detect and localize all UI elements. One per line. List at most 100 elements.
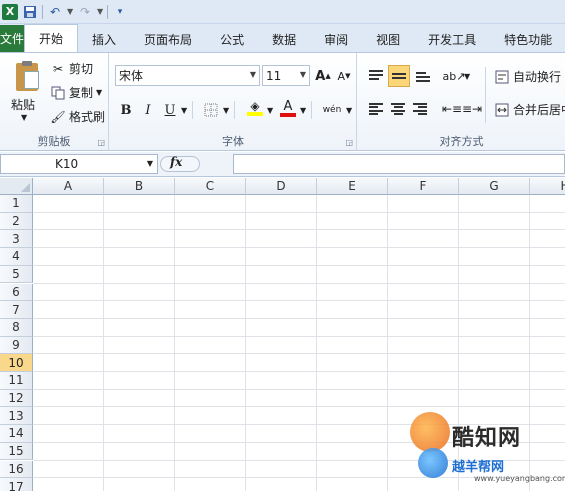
row-header-6[interactable]: 6 [0,283,33,302]
undo-icon[interactable]: ↶ [47,4,63,20]
row-header-17[interactable]: 17 [0,478,33,491]
phonetic-dropdown-icon[interactable]: ▼ [346,106,352,115]
customize-icon[interactable]: ▾ [112,4,128,20]
grid-line [387,195,388,491]
format-painter-button[interactable]: 🖌 格式刷 [50,108,105,125]
formula-input[interactable] [233,154,565,174]
row-header-9[interactable]: 9 [0,336,33,355]
row-header-3[interactable]: 3 [0,230,33,249]
separator [485,67,486,123]
chevron-down-icon: ▼ [249,70,256,79]
ribbon: 粘贴 ▼ ✂ 剪切 复制 ▼ 🖌 格式刷 剪贴板 ◲ 宋体 ▼ 11 ▼ A ▲… [0,52,565,151]
copy-label: 复制 [69,86,94,100]
align-left-button[interactable] [366,99,386,119]
grow-font-button[interactable]: A ▲ [313,66,333,86]
align-top-button[interactable] [366,66,386,86]
font-name-combo[interactable]: 宋体 ▼ [115,65,260,86]
merge-center-button[interactable]: 合并后居中 [494,101,565,118]
cut-button[interactable]: ✂ 剪切 [50,60,93,77]
orientation-button[interactable]: ab↗ [443,66,466,86]
redo-icon[interactable]: ↷ [77,4,93,20]
align-middle-button[interactable] [388,65,410,87]
align-right-button[interactable] [410,99,430,119]
shrink-font-button[interactable]: A ▼ [334,66,354,86]
font-color-dropdown-icon[interactable]: ▼ [300,106,306,115]
increase-indent-button[interactable]: ≡⇥ [462,99,482,119]
redo-dropdown-icon[interactable]: ▼ [97,7,103,16]
underline-dropdown-icon[interactable]: ▼ [181,106,187,115]
row-header-4[interactable]: 4 [0,248,33,266]
tab-developer[interactable]: 开发工具 [414,26,490,52]
column-header-c[interactable]: C [175,178,246,195]
align-center-button[interactable] [388,99,408,119]
name-box[interactable]: K10 ▼ [0,154,158,174]
border-button[interactable] [201,100,221,120]
orientation-dropdown-icon[interactable]: ▼ [464,72,470,81]
grid-line [33,335,565,337]
spreadsheet-grid[interactable]: ABCDEFGH1234567891011121314151617 [0,178,565,491]
tab-file[interactable]: 文件 [0,25,25,52]
row-header-14[interactable]: 14 [0,425,33,443]
merge-icon [494,102,510,118]
italic-button[interactable]: I [138,100,158,120]
grid-line [33,282,565,284]
fill-color-button[interactable]: ◈ [245,98,265,118]
tab-special-features[interactable]: 特色功能 [490,26,565,52]
row-header-5[interactable]: 5 [0,265,33,284]
row-header-13[interactable]: 13 [0,407,33,426]
tab-formulas[interactable]: 公式 [206,26,258,52]
row-header-15[interactable]: 15 [0,442,33,461]
copy-dropdown-icon[interactable]: ▼ [96,88,102,97]
tab-home[interactable]: 开始 [24,24,79,52]
dialog-launcher-icon[interactable]: ◲ [97,138,105,147]
underline-button[interactable]: U [160,100,180,120]
decrease-indent-button[interactable]: ⇤≡ [442,99,462,119]
ribbon-tabs: 文件 开始 插入 页面布局 公式 数据 审阅 视图 开发工具 特色功能 [0,24,565,52]
grid-line [33,211,565,213]
align-bottom-button[interactable] [413,66,433,86]
select-all-corner[interactable] [0,178,33,195]
row-header-16[interactable]: 16 [0,460,33,479]
chevron-down-icon[interactable]: ▼ [147,159,153,168]
bold-button[interactable]: B [116,100,136,120]
toolbar-separator [42,4,43,19]
align-center-icon [391,103,405,115]
paste-dropdown-icon[interactable]: ▼ [21,113,27,122]
grid-line [174,195,175,491]
save-icon[interactable] [22,4,38,20]
row-header-12[interactable]: 12 [0,389,33,408]
paste-icon [16,61,40,91]
tab-view[interactable]: 视图 [362,26,414,52]
row-header-8[interactable]: 8 [0,318,33,337]
font-size-combo[interactable]: 11 ▼ [262,65,310,86]
column-header-e[interactable]: E [317,178,388,195]
row-header-7[interactable]: 7 [0,301,33,319]
tab-insert[interactable]: 插入 [78,26,130,52]
align-left-icon [369,103,383,115]
column-header-b[interactable]: B [104,178,175,195]
paste-button[interactable]: 粘贴 ▼ [4,55,44,125]
font-color-button[interactable]: A [278,98,298,118]
tab-review[interactable]: 审阅 [310,26,362,52]
row-header-1[interactable]: 1 [0,195,33,213]
phonetic-button[interactable]: wén [318,100,346,120]
row-header-10[interactable]: 10 [0,354,33,372]
wrap-text-button[interactable]: 自动换行 [494,68,561,85]
column-header-d[interactable]: D [246,178,317,195]
dialog-launcher-icon[interactable]: ◲ [345,138,353,147]
column-header-h[interactable]: H [530,178,565,195]
row-header-11[interactable]: 11 [0,372,33,390]
undo-dropdown-icon[interactable]: ▼ [67,7,73,16]
tab-data[interactable]: 数据 [258,26,310,52]
column-header-g[interactable]: G [459,178,530,195]
border-dropdown-icon[interactable]: ▼ [223,106,229,115]
column-header-a[interactable]: A [33,178,104,195]
copy-button[interactable]: 复制 ▼ [50,84,102,101]
tab-page-layout[interactable]: 页面布局 [130,26,206,52]
column-header-f[interactable]: F [388,178,459,195]
row-header-2[interactable]: 2 [0,212,33,231]
insert-function-icon[interactable]: fx [170,155,182,169]
fill-dropdown-icon[interactable]: ▼ [267,106,273,115]
grid-line [529,195,530,491]
grid-line [33,229,565,231]
